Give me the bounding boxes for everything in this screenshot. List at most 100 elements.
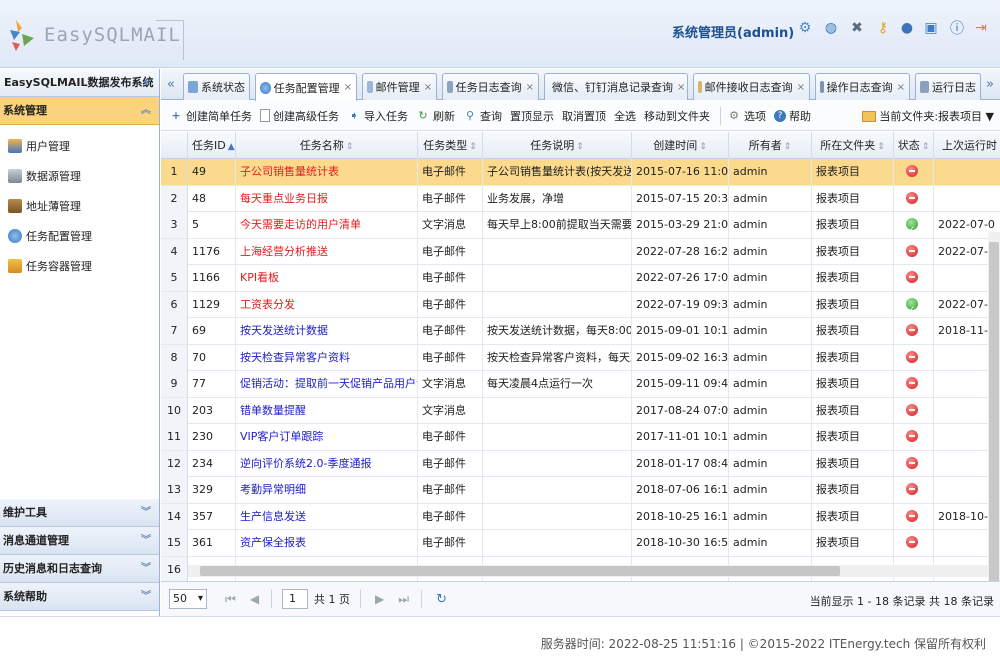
globe-icon[interactable]: ◍ bbox=[822, 18, 840, 38]
refresh-button[interactable]: ↻ 刷新 bbox=[416, 108, 455, 124]
page-size-select[interactable]: 50 bbox=[169, 589, 207, 609]
tab-system-status[interactable]: 系统状态 bbox=[183, 73, 250, 100]
cell-name[interactable]: 资产保全报表 bbox=[236, 530, 418, 556]
table-row[interactable]: 10 203 错单数量提醒 文字消息 2017-08-24 07:09 admin 报表项目 bbox=[161, 397, 1000, 424]
tab-mail[interactable]: 邮件管理 × bbox=[362, 73, 437, 100]
column-header-type[interactable]: 任务类型 ⇕ bbox=[418, 132, 483, 159]
tab-mail-receive-log[interactable]: 邮件接收日志查询 × bbox=[693, 73, 810, 100]
tab-task-log[interactable]: 任务日志查询 × bbox=[442, 73, 539, 100]
cell-name[interactable]: VIP客户订单跟踪 bbox=[236, 424, 418, 450]
current-folder-dropdown[interactable]: 当前文件夹:报表项目 ▼ bbox=[862, 108, 994, 124]
sidebar-section-history[interactable]: 历史消息和日志查询 ︾ bbox=[0, 555, 159, 583]
cell-name[interactable]: 促销活动：提取前一天促销产品用户清单 bbox=[236, 371, 418, 397]
table-row[interactable]: 15 361 资产保全报表 电子邮件 2018-10-30 16:57 admin 报表项目 bbox=[161, 530, 1000, 557]
tools-icon[interactable]: ✖ bbox=[848, 18, 866, 38]
gear-icon[interactable]: ⚙ bbox=[796, 18, 814, 38]
close-tab-icon[interactable]: × bbox=[897, 82, 905, 93]
cell-name[interactable]: 上海经营分析推送 bbox=[236, 238, 418, 265]
cell-name[interactable]: 生产信息发送 bbox=[236, 503, 418, 530]
pin-top-button[interactable]: 置顶显示 bbox=[510, 108, 554, 124]
column-header-last-run[interactable]: 上次运行时 bbox=[934, 132, 1000, 159]
exit-icon[interactable]: ⇥ bbox=[972, 18, 990, 38]
cell-name[interactable]: 工资表分发 bbox=[236, 291, 418, 318]
close-tab-icon[interactable]: × bbox=[344, 82, 352, 93]
sidebar-section-system[interactable]: 系统管理 ︽ bbox=[0, 97, 159, 125]
close-tab-icon[interactable]: × bbox=[526, 82, 534, 93]
select-all-button[interactable]: 全选 bbox=[614, 108, 636, 124]
import-task-button[interactable]: ➧ 导入任务 bbox=[347, 108, 408, 124]
book-icon[interactable]: ▣ bbox=[922, 18, 940, 38]
table-row[interactable]: 35今天需要走访的用户清单文字消息每天早上8:00前提取当天需要走访2015-0… bbox=[161, 212, 1000, 239]
table-row[interactable]: 11 230 VIP客户订单跟踪 电子邮件 2017-11-01 10:14 admin 报… bbox=[161, 424, 1000, 451]
sidebar-item-task-config[interactable]: 任务配置管理 bbox=[0, 221, 159, 251]
user-icon[interactable]: ● bbox=[898, 18, 916, 38]
column-header-created[interactable]: 创建时间 ⇕ bbox=[632, 132, 729, 159]
create-advanced-task-button[interactable]: 创建高级任务 bbox=[260, 108, 339, 124]
cell-created: 2018-01-17 08:48 bbox=[632, 450, 729, 477]
tab-scroll-right-icon[interactable]: » bbox=[980, 69, 1000, 100]
close-tab-icon[interactable]: × bbox=[424, 82, 432, 93]
help-button[interactable]: ? 帮助 bbox=[774, 108, 811, 124]
table-row[interactable]: 870按天检查异常客户资料电子邮件按天检查异常客户资料，每天凌晨2015-09-… bbox=[161, 344, 1000, 371]
cell-name[interactable]: KPI看板 bbox=[236, 265, 418, 291]
column-header-desc[interactable]: 任务说明 ⇕ bbox=[483, 132, 632, 159]
scrollbar-thumb[interactable] bbox=[989, 242, 999, 581]
sidebar-item-datasource[interactable]: 数据源管理 bbox=[0, 161, 159, 191]
close-tab-icon[interactable]: × bbox=[677, 82, 685, 93]
table-row[interactable]: 2 48 每天重点业务日报 电子邮件 业务发展，净增 2015-07-15 20:31 ad… bbox=[161, 185, 1000, 212]
cell-name[interactable]: 子公司销售量统计表 bbox=[236, 159, 418, 185]
sidebar-section-help[interactable]: 系统帮助 ︾ bbox=[0, 583, 159, 611]
cell-name[interactable]: 今天需要走访的用户清单 bbox=[236, 212, 418, 238]
info-icon[interactable]: ⓘ bbox=[948, 18, 966, 38]
table-row[interactable]: 61129工资表分发电子邮件2022-07-19 09:34admin报表项目2… bbox=[161, 291, 1000, 318]
key-icon[interactable]: ⚷ bbox=[874, 18, 892, 38]
unpin-button[interactable]: 取消置顶 bbox=[562, 108, 606, 124]
page-number-input[interactable]: 1 bbox=[282, 589, 309, 609]
create-simple-task-button[interactable]: + 创建简单任务 bbox=[169, 108, 252, 124]
next-page-icon[interactable]: ▶ bbox=[375, 592, 384, 606]
scrollbar-thumb[interactable] bbox=[200, 566, 840, 576]
first-page-icon[interactable]: ⏮ bbox=[225, 592, 236, 607]
sidebar-item-users[interactable]: 用户管理 bbox=[0, 131, 159, 161]
horizontal-scrollbar[interactable] bbox=[188, 565, 988, 577]
last-page-icon[interactable]: ⏭ bbox=[398, 592, 409, 607]
cell-name[interactable]: 按天发送统计数据 bbox=[236, 318, 418, 344]
column-header-owner[interactable]: 所有者 ⇕ bbox=[729, 132, 812, 159]
tab-wechat-log[interactable]: 微信、钉钉消息记录查询 × bbox=[544, 73, 688, 100]
tab-run-log[interactable]: 运行日志 bbox=[915, 73, 981, 100]
prev-page-icon[interactable]: ◀ bbox=[250, 592, 259, 606]
cell-name[interactable]: 逆向评价系统2.0-季度通报 bbox=[236, 450, 418, 477]
vertical-scrollbar[interactable] bbox=[988, 232, 1000, 581]
table-row[interactable]: 4 1176 上海经营分析推送 电子邮件 2022-07-28 16:20 admin 报表… bbox=[161, 238, 1000, 265]
column-header-name[interactable]: 任务名称 ⇕ bbox=[236, 132, 418, 159]
cell-name[interactable]: 按天检查异常客户资料 bbox=[236, 344, 418, 371]
tab-scroll-left-icon[interactable]: « bbox=[161, 69, 181, 100]
cell-name[interactable]: 考勤异常明细 bbox=[236, 477, 418, 503]
close-tab-icon[interactable]: × bbox=[797, 82, 805, 93]
move-to-folder-button[interactable]: 移动到文件夹 bbox=[644, 108, 710, 124]
reload-icon[interactable]: ↻ bbox=[436, 592, 447, 607]
table-row[interactable]: 977促销活动：提取前一天促销产品用户清单文字消息每天凌晨4点运行一次2015-… bbox=[161, 371, 1000, 398]
column-header-id[interactable]: 任务ID ▲ bbox=[188, 132, 236, 159]
help-icon: ? bbox=[774, 109, 786, 122]
sidebar-item-addressbook[interactable]: 地址薄管理 bbox=[0, 191, 159, 221]
table-row[interactable]: 769按天发送统计数据电子邮件按天发送统计数据，每天8:00执行2015-09-… bbox=[161, 318, 1000, 345]
table-row[interactable]: 1 49 子公司销售量统计表 电子邮件 子公司销售量统计表(按天发送) 2015-07-1… bbox=[161, 159, 1000, 186]
table-row[interactable]: 5 1166 KPI看板 电子邮件 2022-07-26 17:03 admin 报表项目 bbox=[161, 265, 1000, 292]
table-row[interactable]: 14 357 生产信息发送 电子邮件 2018-10-25 16:10 admin 报表项目… bbox=[161, 503, 1000, 530]
search-button[interactable]: ⚲ 查询 bbox=[463, 108, 502, 124]
cell-name[interactable]: 错单数量提醒 bbox=[236, 397, 418, 424]
tab-operation-log[interactable]: 操作日志查询 × bbox=[815, 73, 910, 100]
options-button[interactable]: ⚙ 选项 bbox=[727, 108, 766, 124]
column-header-folder[interactable]: 所在文件夹 ⇕ bbox=[812, 132, 894, 159]
table-row[interactable]: 12 234 逆向评价系统2.0-季度通报 电子邮件 2018-01-17 08:48 a… bbox=[161, 450, 1000, 477]
cell-name[interactable]: 每天重点业务日报 bbox=[236, 185, 418, 212]
sidebar-section-channels[interactable]: 消息通道管理 ︾ bbox=[0, 527, 159, 555]
table-row[interactable]: 13 329 考勤异常明细 电子邮件 2018-07-06 16:13 admin 报表项目 bbox=[161, 477, 1000, 504]
sidebar-item-task-container[interactable]: 任务容器管理 bbox=[0, 251, 159, 281]
collapse-sidebar-icon[interactable]: « bbox=[143, 69, 151, 97]
column-header-status[interactable]: 状态 ⇕ bbox=[894, 132, 934, 159]
sidebar-section-maintenance[interactable]: 维护工具 ︾ bbox=[0, 499, 159, 527]
cell-n: 8 bbox=[161, 344, 188, 371]
tab-task-config[interactable]: 任务配置管理 × bbox=[255, 73, 357, 101]
